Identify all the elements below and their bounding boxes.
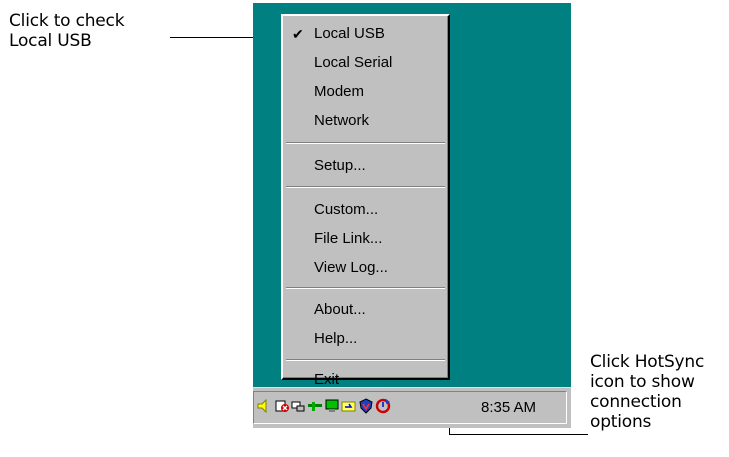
menu-item-label: About... [314, 301, 366, 318]
menu-separator [286, 186, 445, 188]
menu-item-label: Custom... [314, 201, 379, 218]
network-icon[interactable] [290, 398, 306, 414]
menu-item-custom[interactable]: Custom... [283, 198, 446, 222]
callout-left-line2: Local USB [9, 31, 92, 51]
menu-item-local-usb[interactable]: ✔ Local USB [283, 22, 446, 46]
callout-check-local-usb: Click to check Local USB [9, 11, 125, 51]
hotsync-icon[interactable] [375, 398, 391, 414]
callout-right-line1: Click HotSync [590, 352, 705, 372]
menu-item-label: View Log... [314, 259, 388, 276]
menu-item-setup[interactable]: Setup... [283, 154, 446, 178]
menu-separator [286, 287, 445, 289]
menu-item-label: Help... [314, 330, 358, 347]
menu-item-label: Local USB [314, 25, 385, 42]
menu-item-exit[interactable]: Exit [283, 368, 446, 392]
menu-separator [286, 359, 445, 361]
menu-item-label: Local Serial [314, 54, 393, 71]
callout-hotsync-icon: Click HotSync icon to show connection op… [590, 352, 704, 432]
speaker-icon[interactable] [256, 398, 272, 414]
checkmark-icon: ✔ [292, 26, 304, 42]
menu-item-label: File Link... [314, 230, 383, 247]
callout-right-line3: connection [590, 392, 682, 412]
menu-item-view-log[interactable]: View Log... [283, 256, 446, 280]
menu-item-file-link[interactable]: File Link... [283, 227, 446, 251]
menu-separator [286, 142, 445, 144]
hotsync-context-menu: ✔ Local USB Local Serial Modem Network S… [281, 14, 450, 388]
monitor-icon[interactable] [324, 398, 340, 414]
folder-sync-icon[interactable] [341, 398, 357, 414]
menu-item-label: Network [314, 112, 370, 129]
callout-right-line4: options [590, 412, 652, 432]
menu-item-label: Modem [314, 83, 365, 100]
menu-item-modem[interactable]: Modem [283, 80, 446, 104]
menu-item-label: Setup... [314, 157, 366, 174]
taskbar-clock[interactable]: 8:35 AM [481, 399, 536, 416]
menu-item-network[interactable]: Network [283, 109, 446, 133]
callout-left-line1: Click to check [9, 11, 125, 31]
callout-right-line2: icon to show [590, 372, 695, 392]
leader-line-right-horizontal [450, 434, 588, 435]
menu-item-about[interactable]: About... [283, 298, 446, 322]
connection-icon[interactable] [307, 398, 323, 414]
menu-item-label: Exit [314, 371, 340, 388]
shield-icon[interactable] [358, 398, 374, 414]
menu-item-help[interactable]: Help... [283, 327, 446, 351]
sound-mute-icon[interactable] [273, 398, 289, 414]
menu-item-local-serial[interactable]: Local Serial [283, 51, 446, 75]
